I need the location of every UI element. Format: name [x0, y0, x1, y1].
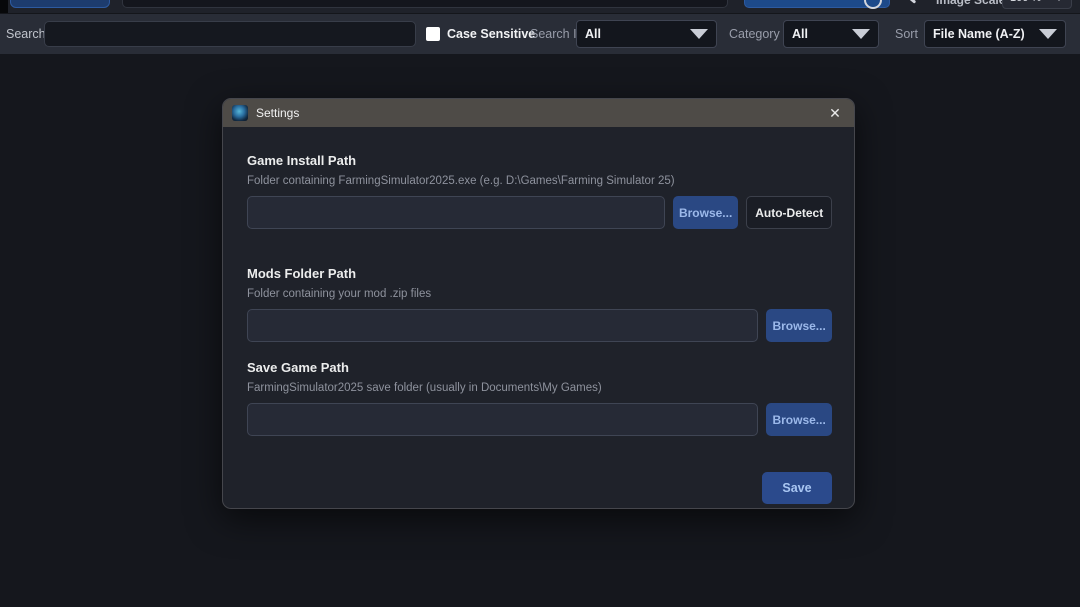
auto-detect-button[interactable]: Auto-Detect	[746, 196, 832, 229]
chevron-down-icon	[1054, 0, 1064, 1]
image-scale-dropdown[interactable]: 100 %	[1002, 0, 1072, 9]
sort-value: File Name (A-Z)	[933, 27, 1025, 41]
mods-folder-section: Mods Folder Path Folder containing your …	[247, 266, 832, 342]
save-game-section: Save Game Path FarmingSimulator2025 save…	[247, 360, 832, 436]
main-area: Settings ✕ Game Install Path Folder cont…	[0, 54, 1080, 607]
chevron-down-icon	[1039, 29, 1057, 39]
mods-folder-description: Folder containing your mod .zip files	[247, 288, 832, 300]
chevron-down-icon	[852, 29, 870, 39]
sort-dropdown[interactable]: File Name (A-Z)	[924, 20, 1066, 48]
chevron-down-icon	[690, 29, 708, 39]
image-scale-value: 100 %	[1010, 0, 1041, 4]
dialog-body: Game Install Path Folder containing Farm…	[223, 127, 854, 504]
game-install-heading: Game Install Path	[247, 153, 832, 168]
search-label: Search	[6, 14, 46, 54]
folder-path-input[interactable]	[122, 0, 728, 8]
settings-dialog: Settings ✕ Game Install Path Folder cont…	[222, 98, 855, 509]
search-in-dropdown[interactable]: All	[576, 20, 717, 48]
category-label: Category	[729, 14, 780, 54]
save-game-browse-button[interactable]: Browse...	[766, 403, 832, 436]
app-icon	[232, 105, 248, 121]
save-game-description: FarmingSimulator2025 save folder (usuall…	[247, 382, 832, 394]
save-game-path-input[interactable]	[247, 403, 758, 436]
dialog-titlebar[interactable]: Settings ✕	[223, 99, 854, 127]
search-in-value: All	[585, 27, 601, 41]
case-sensitive-label: Case Sensitive	[447, 14, 535, 54]
select-folder-button[interactable]: Select Folder	[10, 0, 110, 8]
mods-folder-browse-button[interactable]: Browse...	[766, 309, 832, 342]
image-scale-label: Image Scale	[936, 0, 1005, 7]
game-install-section: Game Install Path Folder containing Farm…	[247, 153, 832, 229]
search-toolbar: Search Case Sensitive Search In All Cate…	[0, 13, 1080, 54]
category-value: All	[792, 27, 808, 41]
category-dropdown[interactable]: All	[783, 20, 879, 48]
window-edge-strip	[0, 0, 8, 13]
game-install-path-input[interactable]	[247, 196, 665, 229]
game-install-browse-button[interactable]: Browse...	[673, 196, 739, 229]
case-sensitive-checkbox[interactable]	[426, 27, 440, 41]
close-icon[interactable]: ✕	[825, 105, 845, 122]
game-install-description: Folder containing FarmingSimulator2025.e…	[247, 175, 832, 187]
save-button[interactable]: Save	[762, 472, 832, 504]
mods-folder-path-input[interactable]	[247, 309, 758, 342]
save-game-heading: Save Game Path	[247, 360, 832, 375]
mods-folder-heading: Mods Folder Path	[247, 266, 832, 281]
sort-label: Sort	[895, 14, 918, 54]
dialog-title: Settings	[256, 106, 817, 120]
search-input[interactable]	[44, 21, 416, 47]
